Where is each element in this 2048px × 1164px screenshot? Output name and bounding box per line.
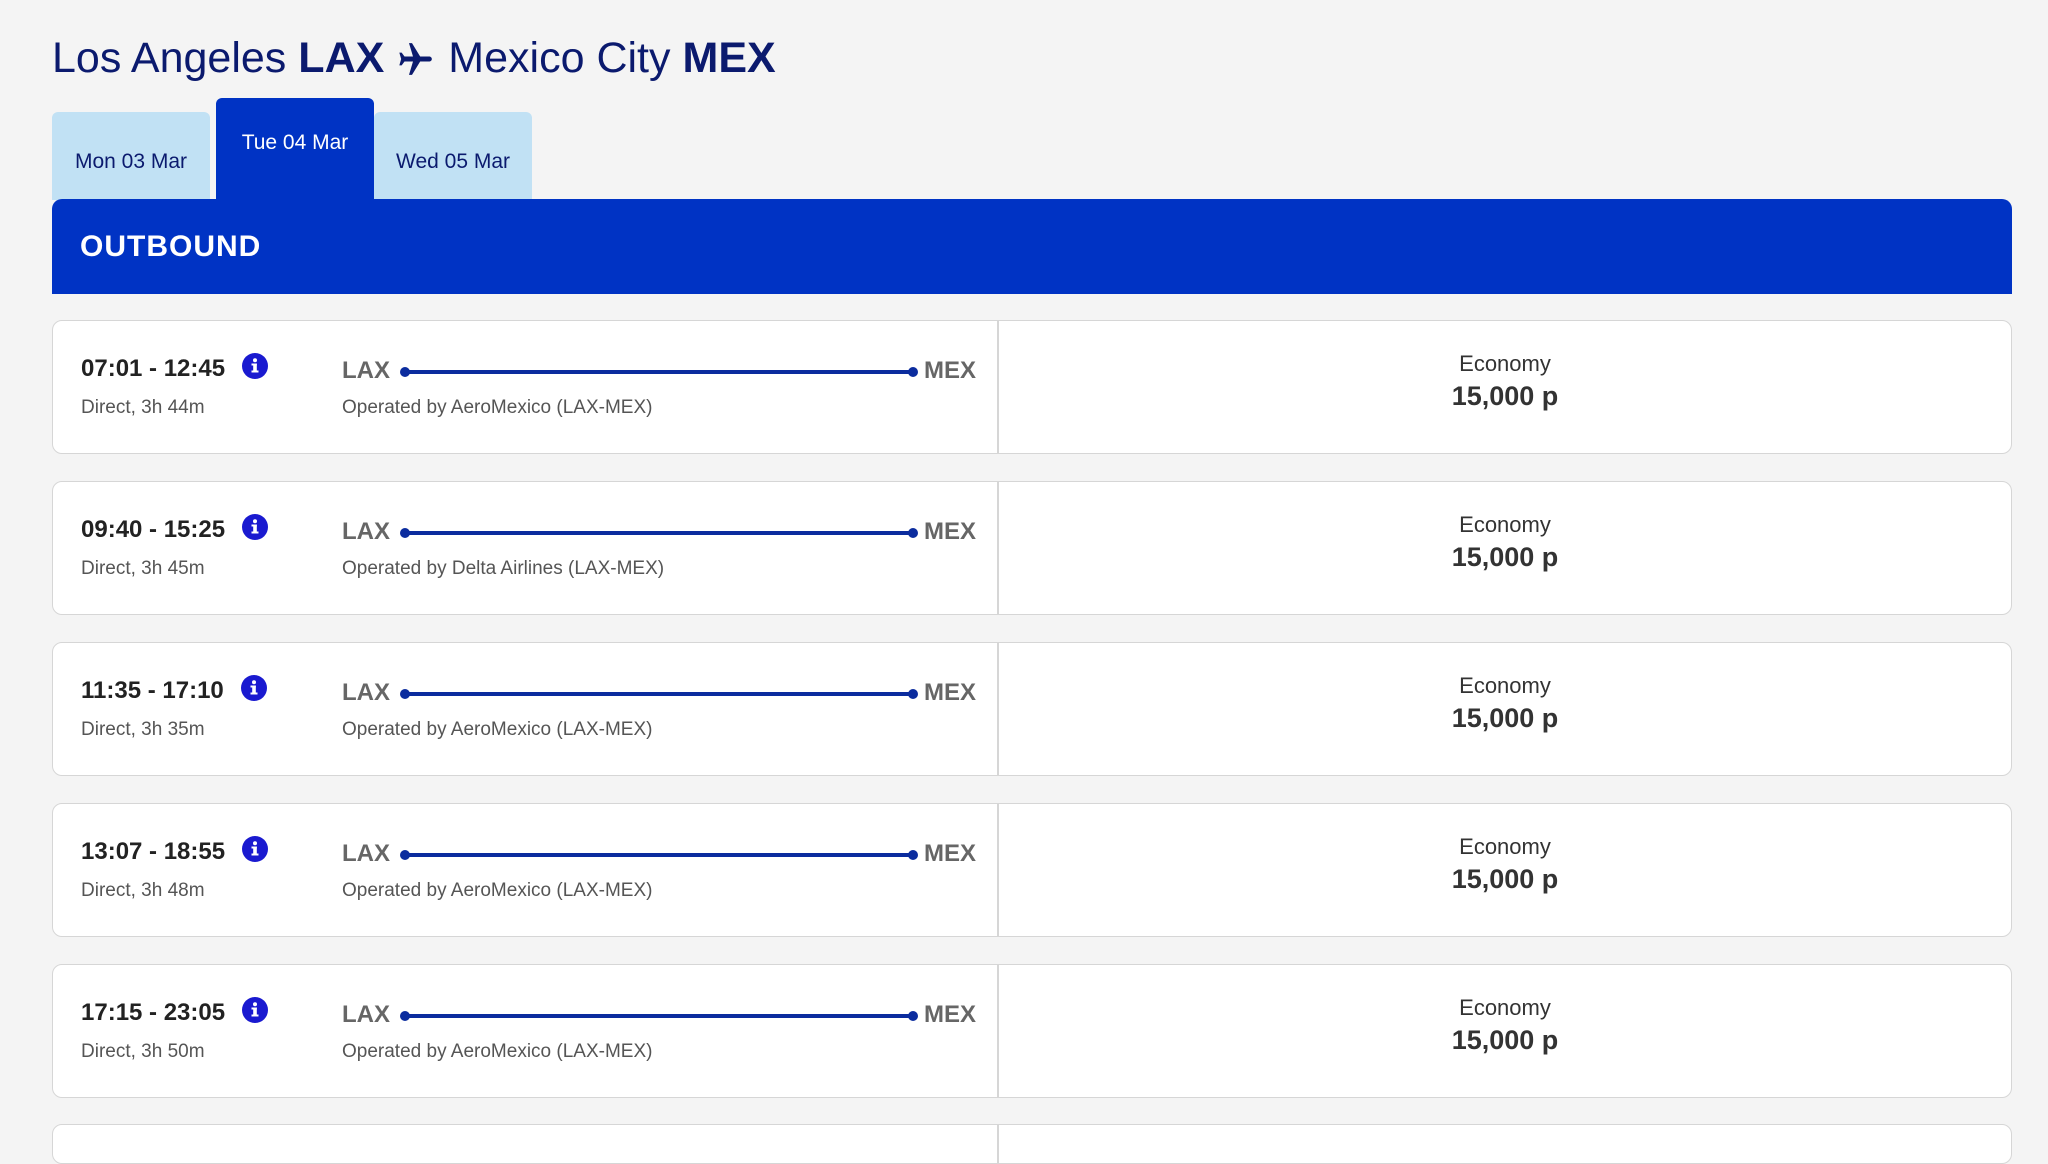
leg-line — [404, 692, 914, 696]
fare-option-economy[interactable]: Economy 15,000 p — [999, 673, 2011, 734]
flight-times-group: 13:07 - 18:55 — [81, 835, 269, 866]
leg-destination: MEX — [923, 1001, 976, 1028]
flight-times-group: 17:15 - 23:05 — [81, 996, 269, 1027]
date-tab-tue-04-mar[interactable]: Tue 04 Mar — [216, 98, 374, 200]
info-icon[interactable] — [241, 513, 269, 541]
leg-destination: MEX — [923, 679, 976, 706]
operated-by: Operated by Delta Airlines (LAX-MEX) — [342, 558, 665, 579]
flight-times: 17:15 - 23:05 — [81, 999, 226, 1026]
flight-row: 11:35 - 17:10 Direct, 3h 35m LAX MEX Ope… — [52, 642, 2012, 776]
cabin-class: Economy — [1459, 834, 1551, 859]
leg-origin: LAX — [342, 1001, 390, 1028]
flight-row: 07:01 - 12:45 Direct, 3h 44m LAX MEX Ope… — [52, 320, 2012, 454]
flight-times: 07:01 - 12:45 — [81, 355, 226, 382]
leg-origin: LAX — [342, 679, 390, 706]
leg-dot-start — [400, 367, 410, 377]
flight-duration: Direct, 3h 44m — [81, 397, 205, 418]
operated-by: Operated by AeroMexico (LAX-MEX) — [342, 1041, 653, 1062]
flight-times: 11:35 - 17:10 — [81, 677, 224, 704]
leg-dot-start — [400, 850, 410, 860]
flight-leg: LAX MEX — [342, 357, 976, 391]
flight-duration: Direct, 3h 50m — [81, 1041, 205, 1062]
flight-times-group: 07:01 - 12:45 — [81, 352, 269, 383]
destination-city: Mexico City — [448, 34, 671, 82]
leg-dot-end — [908, 367, 918, 377]
info-icon[interactable] — [241, 352, 269, 380]
flight-list: 07:01 - 12:45 Direct, 3h 44m LAX MEX Ope… — [52, 320, 2012, 1125]
flight-leg: LAX MEX — [342, 840, 976, 874]
plane-icon — [396, 39, 436, 79]
fare-option-economy[interactable]: Economy 15,000 p — [999, 351, 2011, 412]
flight-leg: LAX MEX — [342, 679, 976, 713]
origin-code: LAX — [298, 34, 385, 82]
operated-by: Operated by AeroMexico (LAX-MEX) — [342, 719, 653, 740]
fare-option-economy[interactable]: Economy 15,000 p — [999, 512, 2011, 573]
fare-price: 15,000 p — [1451, 381, 1559, 411]
flight-times: 09:40 - 15:25 — [81, 516, 226, 543]
date-tab-mon-03-mar[interactable]: Mon 03 Mar — [52, 112, 210, 200]
flight-times: 13:07 - 18:55 — [81, 838, 226, 865]
flight-times-group: 09:40 - 15:25 — [81, 513, 269, 544]
leg-line — [404, 531, 914, 535]
leg-origin: LAX — [342, 840, 390, 867]
flight-leg: LAX MEX — [342, 1001, 976, 1035]
origin-city: Los Angeles — [52, 34, 287, 82]
leg-dot-start — [400, 689, 410, 699]
cabin-class: Economy — [1459, 351, 1551, 376]
leg-dot-end — [908, 528, 918, 538]
flight-duration: Direct, 3h 35m — [81, 719, 205, 740]
cabin-class: Economy — [1459, 673, 1551, 698]
leg-origin: LAX — [342, 357, 390, 384]
fare-option-economy[interactable]: Economy 15,000 p — [999, 834, 2011, 895]
outbound-header: OUTBOUND — [52, 199, 2012, 294]
fare-price: 15,000 p — [1451, 703, 1559, 733]
flight-duration: Direct, 3h 45m — [81, 558, 205, 579]
route-title: Los Angeles LAX Mexico City MEX — [52, 34, 776, 83]
flight-leg: LAX MEX — [342, 518, 976, 552]
fare-option-economy[interactable]: Economy 15,000 p — [999, 995, 2011, 1056]
leg-destination: MEX — [923, 357, 976, 384]
operated-by: Operated by AeroMexico (LAX-MEX) — [342, 880, 653, 901]
leg-dot-end — [908, 689, 918, 699]
info-icon[interactable] — [240, 674, 268, 702]
leg-line — [404, 1014, 914, 1018]
flight-row: 09:40 - 15:25 Direct, 3h 45m LAX MEX Ope… — [52, 481, 2012, 615]
info-icon[interactable] — [241, 835, 269, 863]
flight-times-group: 11:35 - 17:10 — [81, 674, 268, 705]
leg-dot-end — [908, 850, 918, 860]
flight-row: 13:07 - 18:55 Direct, 3h 48m LAX MEX Ope… — [52, 803, 2012, 937]
flight-row-partial — [52, 1124, 2012, 1164]
info-icon[interactable] — [241, 996, 269, 1024]
date-tab-wed-05-mar[interactable]: Wed 05 Mar — [374, 112, 532, 200]
leg-destination: MEX — [923, 518, 976, 545]
operated-by: Operated by AeroMexico (LAX-MEX) — [342, 397, 653, 418]
leg-dot-start — [400, 1011, 410, 1021]
flight-duration: Direct, 3h 48m — [81, 880, 205, 901]
leg-destination: MEX — [923, 840, 976, 867]
leg-line — [404, 853, 914, 857]
fare-price: 15,000 p — [1451, 542, 1559, 572]
flight-row: 17:15 - 23:05 Direct, 3h 50m LAX MEX Ope… — [52, 964, 2012, 1098]
fare-price: 15,000 p — [1451, 864, 1559, 894]
leg-origin: LAX — [342, 518, 390, 545]
fare-price: 15,000 p — [1451, 1025, 1559, 1055]
card-divider — [997, 1125, 999, 1163]
cabin-class: Economy — [1459, 995, 1551, 1020]
destination-code: MEX — [682, 34, 776, 82]
leg-dot-end — [908, 1011, 918, 1021]
leg-line — [404, 370, 914, 374]
cabin-class: Economy — [1459, 512, 1551, 537]
leg-dot-start — [400, 528, 410, 538]
